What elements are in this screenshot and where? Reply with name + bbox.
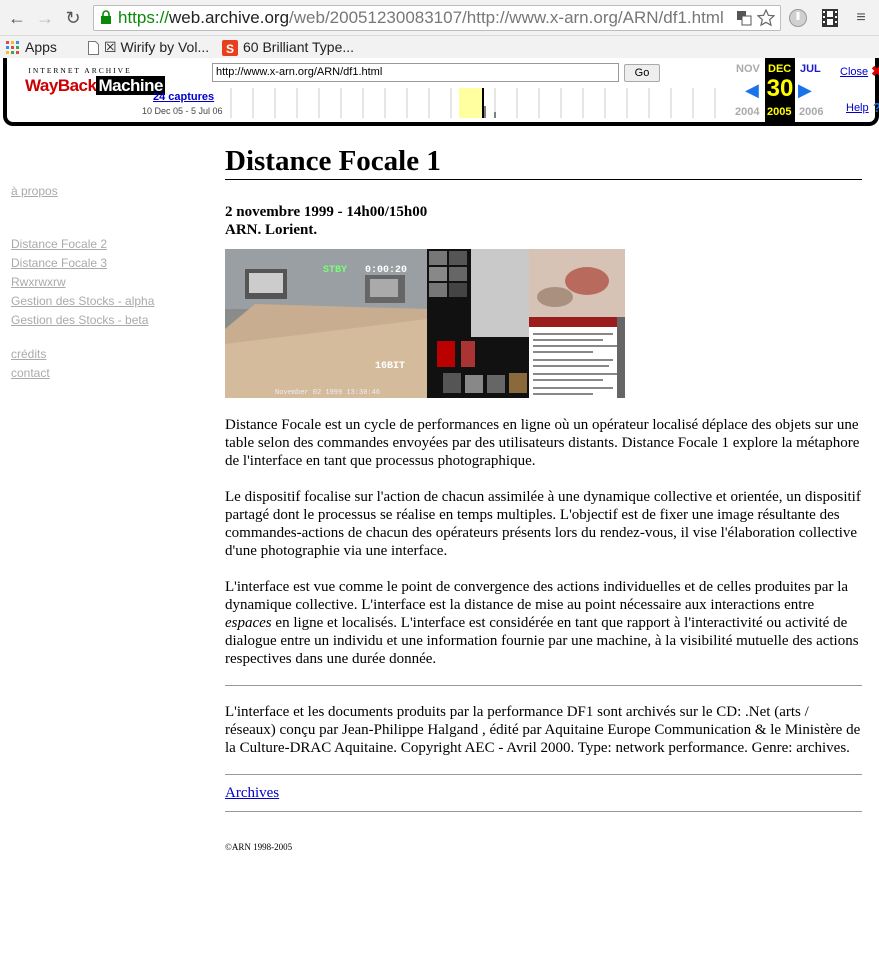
current-day: 30	[765, 74, 795, 104]
reload-icon[interactable]: ↻	[62, 7, 84, 29]
photo-stby: STBY	[323, 265, 348, 276]
close-x-icon[interactable]: ✖	[871, 63, 879, 80]
wayback-url-input[interactable]: http://www.x-arn.org/ARN/df1.html	[212, 63, 619, 82]
event-place: ARN. Lorient.	[225, 222, 318, 238]
paragraph-interface-part-1: L'interface est vue comme le point de co…	[225, 579, 849, 613]
archives-row: Archives	[225, 784, 862, 811]
nav-link-a-propos[interactable]: à propos	[11, 184, 58, 198]
main-content: Distance Focale 1 2 novembre 1999 - 14h0…	[225, 143, 862, 852]
star-icon[interactable]	[757, 9, 775, 27]
nav-link-rwxrwxrw[interactable]: Rwxrwxrw	[11, 275, 66, 289]
nav-link-distance-focale-2[interactable]: Distance Focale 2	[11, 237, 107, 251]
paragraph-interface: L'interface est vue comme le point de co…	[225, 578, 862, 668]
bookmarks-bar: Apps ☒ Wirify by Vol... S 60 Brilliant Ty…	[0, 36, 879, 58]
menu-icon[interactable]: ≡	[850, 7, 872, 29]
photo-16bit: 16BIT	[375, 361, 406, 372]
back-arrow-icon[interactable]: ←	[6, 7, 28, 29]
bookmark-apps[interactable]: Apps	[6, 38, 57, 56]
performance-photo-collage: STBY 0:00:20 16BIT November 02 1999 13:3…	[225, 249, 625, 398]
divider	[225, 811, 862, 812]
prev-year-link[interactable]: 2004	[735, 106, 759, 118]
divider	[225, 685, 862, 686]
paragraph-interface-emphasis: espaces	[225, 615, 272, 631]
photo-timecode: 0:00:20	[365, 265, 408, 276]
wayback-logo-word-1: WayBack	[25, 76, 97, 95]
wayback-logo-main: WayBack Machine	[25, 76, 165, 96]
lock-icon	[101, 10, 111, 24]
captures-link[interactable]: 24 captures	[153, 91, 214, 103]
current-year: 2005	[767, 106, 792, 118]
forward-arrow-icon[interactable]: →	[34, 7, 56, 29]
bookmark-label: Apps	[25, 39, 57, 55]
page-icon	[88, 41, 99, 56]
capture-sparkline[interactable]	[229, 88, 729, 118]
nav-link-distance-focale-3[interactable]: Distance Focale 3	[11, 256, 107, 270]
url-path: /web/20051230083107/http://www.x-arn.org…	[289, 8, 724, 27]
nav-link-contact[interactable]: contact	[11, 366, 50, 380]
photo-date-stamp: November 02 1999 13:30:46	[275, 389, 381, 397]
next-year-link[interactable]: 2006	[799, 106, 823, 118]
paragraph-intro: Distance Focale est un cycle de performa…	[225, 417, 860, 469]
bookmark-wirify[interactable]: ☒ Wirify by Vol...	[88, 38, 209, 56]
help-link[interactable]: Help	[846, 102, 869, 114]
copyright-footer: ©ARN 1998-2005	[225, 842, 293, 852]
bookmark-label: ☒ Wirify by Vol...	[104, 39, 210, 55]
divider	[225, 774, 862, 775]
paragraph-interface-part-2: en ligne et localisés. L'interface est c…	[225, 615, 859, 667]
wayback-go-button[interactable]: Go	[624, 64, 660, 82]
extension-power-icon[interactable]	[788, 8, 808, 28]
wayback-logo[interactable]: INTERNET ARCHIVE WayBack Machine	[25, 66, 165, 96]
film-strip-icon[interactable]	[820, 8, 840, 28]
bookmark-label: 60 Brilliant Type...	[243, 39, 355, 55]
translate-icon[interactable]	[736, 10, 752, 26]
address-bar[interactable]: https://web.archive.org/web/200512300831…	[93, 5, 781, 31]
nav-link-gestion-alpha[interactable]: Gestion des Stocks - alpha	[11, 294, 154, 308]
page-title: Distance Focale 1	[225, 143, 862, 180]
captures-range: 10 Dec 05 - 5 Jul 06	[142, 106, 223, 116]
wayback-toolbar: INTERNET ARCHIVE WayBack Machine http://w…	[3, 58, 879, 126]
event-date: 2 novembre 1999 - 14h00/15h00	[225, 204, 428, 220]
url-scheme: https://	[118, 8, 170, 27]
svg-text:S: S	[226, 42, 234, 56]
collage-image	[225, 249, 625, 398]
close-link[interactable]: Close	[840, 66, 868, 78]
url-host: web.archive.org	[169, 8, 290, 27]
archives-link[interactable]: Archives	[225, 785, 279, 801]
nav-link-credits[interactable]: crédits	[11, 347, 46, 361]
bookmark-brilliant-type[interactable]: S 60 Brilliant Type...	[222, 38, 355, 57]
site-favicon-icon: S	[222, 40, 238, 57]
paragraph-dispositif: Le dispositif focalise sur l'action de c…	[225, 489, 861, 559]
next-capture-arrow-icon[interactable]: ▶	[798, 80, 812, 101]
nav-link-gestion-beta[interactable]: Gestion des Stocks - beta	[11, 313, 148, 327]
next-month-link[interactable]: JUL	[800, 63, 821, 75]
apps-grid-icon	[6, 41, 19, 55]
browser-toolbar: ← → ↻ https://web.archive.org/web/200512…	[0, 0, 879, 36]
help-question-icon[interactable]: ?	[873, 100, 879, 115]
prev-capture-arrow-icon[interactable]: ◀	[745, 80, 759, 101]
prev-month-link[interactable]: NOV	[736, 63, 760, 75]
wayback-logo-top: INTERNET ARCHIVE	[28, 66, 132, 75]
paragraph-archive-cd: L'interface et les documents produits pa…	[225, 704, 861, 756]
